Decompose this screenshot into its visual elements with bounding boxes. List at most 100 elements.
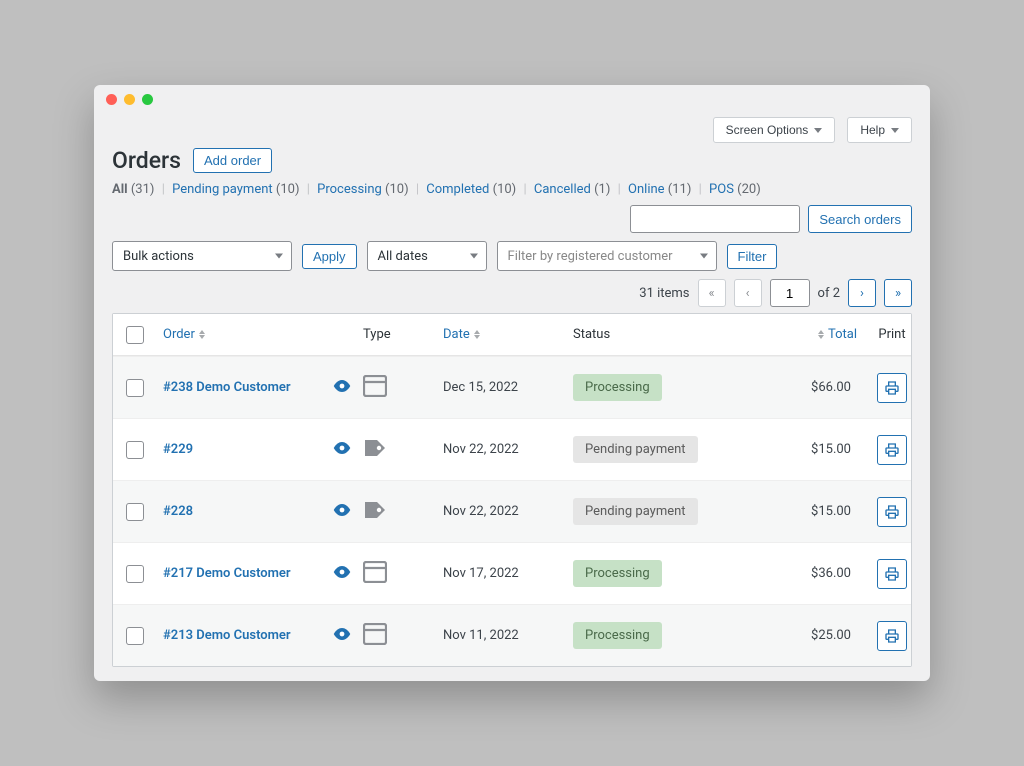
print-button[interactable] bbox=[877, 559, 907, 589]
search-orders-button[interactable]: Search orders bbox=[808, 205, 912, 233]
filter-cancelled[interactable]: Cancelled bbox=[534, 182, 591, 197]
pagination-of-label: of 2 bbox=[818, 286, 840, 301]
filter-all-count: (31) bbox=[131, 182, 155, 197]
window-close-dot[interactable] bbox=[106, 94, 117, 105]
chevron-down-icon bbox=[275, 254, 283, 259]
pagination-next-button[interactable]: › bbox=[848, 279, 876, 307]
order-type bbox=[357, 375, 437, 401]
top-right-controls: Screen Options Help bbox=[94, 113, 930, 143]
help-button[interactable]: Help bbox=[847, 117, 912, 143]
pagination-first-button[interactable]: « bbox=[698, 279, 726, 307]
table-row: #217 Demo CustomerNov 17, 2022Processing… bbox=[113, 542, 911, 604]
eye-icon bbox=[333, 442, 351, 454]
table-row: #213 Demo CustomerNov 11, 2022Processing… bbox=[113, 604, 911, 666]
printer-icon bbox=[884, 566, 900, 582]
window-icon bbox=[363, 375, 387, 397]
filter-all-label[interactable]: All bbox=[112, 182, 128, 197]
bulk-actions-select[interactable]: Bulk actions bbox=[112, 241, 292, 271]
preview-button[interactable] bbox=[333, 566, 351, 582]
filter-completed-count: (10) bbox=[493, 182, 517, 197]
order-link[interactable]: #229 bbox=[163, 442, 193, 457]
chevron-down-icon bbox=[470, 254, 478, 259]
print-button[interactable] bbox=[877, 497, 907, 527]
filter-pos[interactable]: POS bbox=[709, 182, 734, 197]
filter-processing[interactable]: Processing bbox=[317, 182, 382, 197]
window-icon bbox=[363, 623, 387, 645]
customer-filter-select[interactable]: Filter by registered customer bbox=[497, 241, 717, 271]
tag-icon bbox=[363, 437, 387, 459]
table-row: #229 Nov 22, 2022 Pending payment $15.00 bbox=[113, 418, 911, 480]
add-order-button[interactable]: Add order bbox=[193, 148, 272, 173]
print-button[interactable] bbox=[877, 435, 907, 465]
status-badge: Pending payment bbox=[573, 436, 698, 463]
column-order[interactable]: Order bbox=[157, 327, 357, 342]
eye-icon bbox=[333, 504, 351, 516]
order-total: $15.00 bbox=[757, 442, 857, 457]
column-status: Status bbox=[567, 327, 757, 342]
table-row: #228Nov 22, 2022Pending payment$15.00 bbox=[113, 480, 911, 542]
order-date: Nov 17, 2022 bbox=[437, 566, 567, 581]
preview-button[interactable] bbox=[333, 442, 351, 458]
screen-options-label: Screen Options bbox=[726, 123, 809, 137]
column-type: Type bbox=[357, 327, 437, 342]
print-button[interactable] bbox=[877, 373, 907, 403]
order-total: $66.00 bbox=[757, 380, 857, 395]
dates-select[interactable]: All dates bbox=[367, 241, 487, 271]
order-link[interactable]: #213 Demo Customer bbox=[163, 628, 291, 643]
row-checkbox[interactable] bbox=[126, 503, 144, 521]
window-minimize-dot[interactable] bbox=[124, 94, 135, 105]
order-total: $36.00 bbox=[757, 566, 857, 581]
pagination-page-input[interactable] bbox=[770, 279, 810, 307]
pagination-prev-button[interactable]: ‹ bbox=[734, 279, 762, 307]
sort-icon bbox=[474, 330, 480, 339]
chevron-down-icon bbox=[814, 128, 822, 133]
preview-button[interactable] bbox=[333, 380, 351, 396]
apply-button[interactable]: Apply bbox=[302, 244, 357, 269]
preview-button[interactable] bbox=[333, 628, 351, 644]
row-checkbox[interactable] bbox=[126, 441, 144, 459]
filter-pending-payment[interactable]: Pending payment bbox=[172, 182, 273, 197]
tag-icon bbox=[363, 499, 387, 521]
select-all-checkbox[interactable] bbox=[126, 326, 144, 344]
page-title: Orders bbox=[112, 147, 181, 174]
pagination-last-button[interactable]: » bbox=[884, 279, 912, 307]
order-type bbox=[357, 499, 437, 525]
filter-online-count: (11) bbox=[668, 182, 692, 197]
order-link[interactable]: #238 Demo Customer bbox=[163, 380, 291, 395]
column-print: Print bbox=[857, 327, 927, 342]
column-date[interactable]: Date bbox=[437, 327, 567, 342]
filter-online[interactable]: Online bbox=[628, 182, 665, 197]
filter-pos-count: (20) bbox=[737, 182, 761, 197]
row-checkbox[interactable] bbox=[126, 379, 144, 397]
column-total[interactable]: Total bbox=[757, 327, 857, 342]
eye-icon bbox=[333, 566, 351, 578]
window-icon bbox=[363, 561, 387, 583]
order-type bbox=[357, 623, 437, 649]
filter-button[interactable]: Filter bbox=[727, 244, 778, 269]
preview-button[interactable] bbox=[333, 504, 351, 520]
chevron-down-icon bbox=[891, 128, 899, 133]
status-badge: Processing bbox=[573, 374, 662, 401]
filter-processing-count: (10) bbox=[385, 182, 409, 197]
pagination-items-count: 31 items bbox=[639, 286, 689, 301]
filter-completed[interactable]: Completed bbox=[426, 182, 489, 197]
order-date: Nov 22, 2022 bbox=[437, 442, 567, 457]
order-type bbox=[357, 437, 437, 463]
status-filters: All (31) | Pending payment (10) | Proces… bbox=[94, 180, 930, 205]
help-label: Help bbox=[860, 123, 885, 137]
print-button[interactable] bbox=[877, 621, 907, 651]
row-checkbox[interactable] bbox=[126, 627, 144, 645]
printer-icon bbox=[884, 504, 900, 520]
screen-options-button[interactable]: Screen Options bbox=[713, 117, 836, 143]
row-checkbox[interactable] bbox=[126, 565, 144, 583]
printer-icon bbox=[884, 628, 900, 644]
window-maximize-dot[interactable] bbox=[142, 94, 153, 105]
search-input[interactable] bbox=[630, 205, 800, 233]
eye-icon bbox=[333, 628, 351, 640]
printer-icon bbox=[884, 442, 900, 458]
order-type bbox=[357, 561, 437, 587]
printer-icon bbox=[884, 380, 900, 396]
order-link[interactable]: #228 bbox=[163, 504, 193, 519]
window-titlebar bbox=[94, 85, 930, 113]
order-link[interactable]: #217 Demo Customer bbox=[163, 566, 291, 581]
